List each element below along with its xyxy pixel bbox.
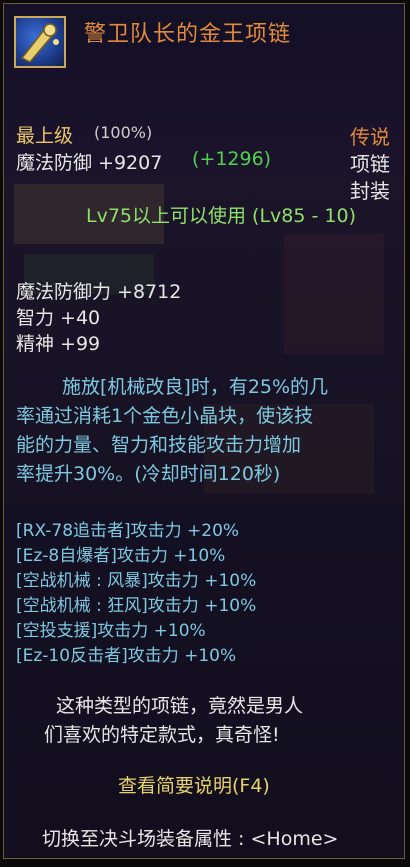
skill-bonus: [RX-78追击者]攻击力 +20% [16, 521, 240, 541]
skill-bonus: [Ez-10反击者]攻击力 +10% [16, 646, 237, 666]
base-stat-bonus: (+1296) [192, 148, 272, 170]
switch-pvp-attributes-hint[interactable]: 切换至决斗场装备属性 : <Home> [42, 824, 338, 851]
rarity-label: 传说 [350, 125, 390, 149]
skill-description-line: 率通过消耗1个金色小晶块，使该技 [16, 405, 314, 427]
skill-bonus: [空投支援]攻击力 +10% [16, 621, 206, 641]
item-type: 项链 [350, 152, 390, 176]
grade-label: 最上级 [16, 125, 74, 147]
skill-description-line: 能的力量、智力和技能攻击力增加 [16, 434, 302, 456]
stat-line: 精神 +99 [16, 333, 101, 355]
skill-description-line: 施放[机械改良]时，有25%的几 [62, 376, 329, 398]
level-requirement: Lv75以上可以使用 (Lv85 - 10) [86, 205, 356, 227]
item-tooltip: 警卫队长的金王项链 最上级 (100%) 传说 魔法防御 +9207 (+129… [3, 3, 405, 859]
bind-status: 封装 [350, 179, 390, 203]
view-summary-hint[interactable]: 查看简要说明(F4) [118, 771, 270, 798]
stat-line: 魔法防御力 +8712 [16, 281, 182, 303]
stat-line: 智力 +40 [16, 307, 101, 329]
grade-percent: (100%) [94, 123, 153, 142]
skill-bonus: [空战机械 : 风暴]攻击力 +10% [16, 571, 257, 591]
skill-bonus: [空战机械 : 狂风]攻击力 +10% [16, 596, 257, 616]
item-title: 警卫队长的金王项链 [84, 22, 292, 47]
tooltip-header: 警卫队长的金王项链 [4, 4, 404, 84]
skill-bonus: [Ez-8自爆者]攻击力 +10% [16, 546, 226, 566]
skill-description-line: 率提升30%。(冷却时间120秒) [16, 463, 281, 485]
base-stat: 魔法防御 +9207 [16, 152, 163, 174]
necklace-icon[interactable] [14, 16, 66, 68]
flavor-text-line: 这种类型的项链，竟然是男人 [56, 695, 304, 717]
flavor-text-line: 们喜欢的特定款式，真奇怪! [44, 724, 280, 746]
